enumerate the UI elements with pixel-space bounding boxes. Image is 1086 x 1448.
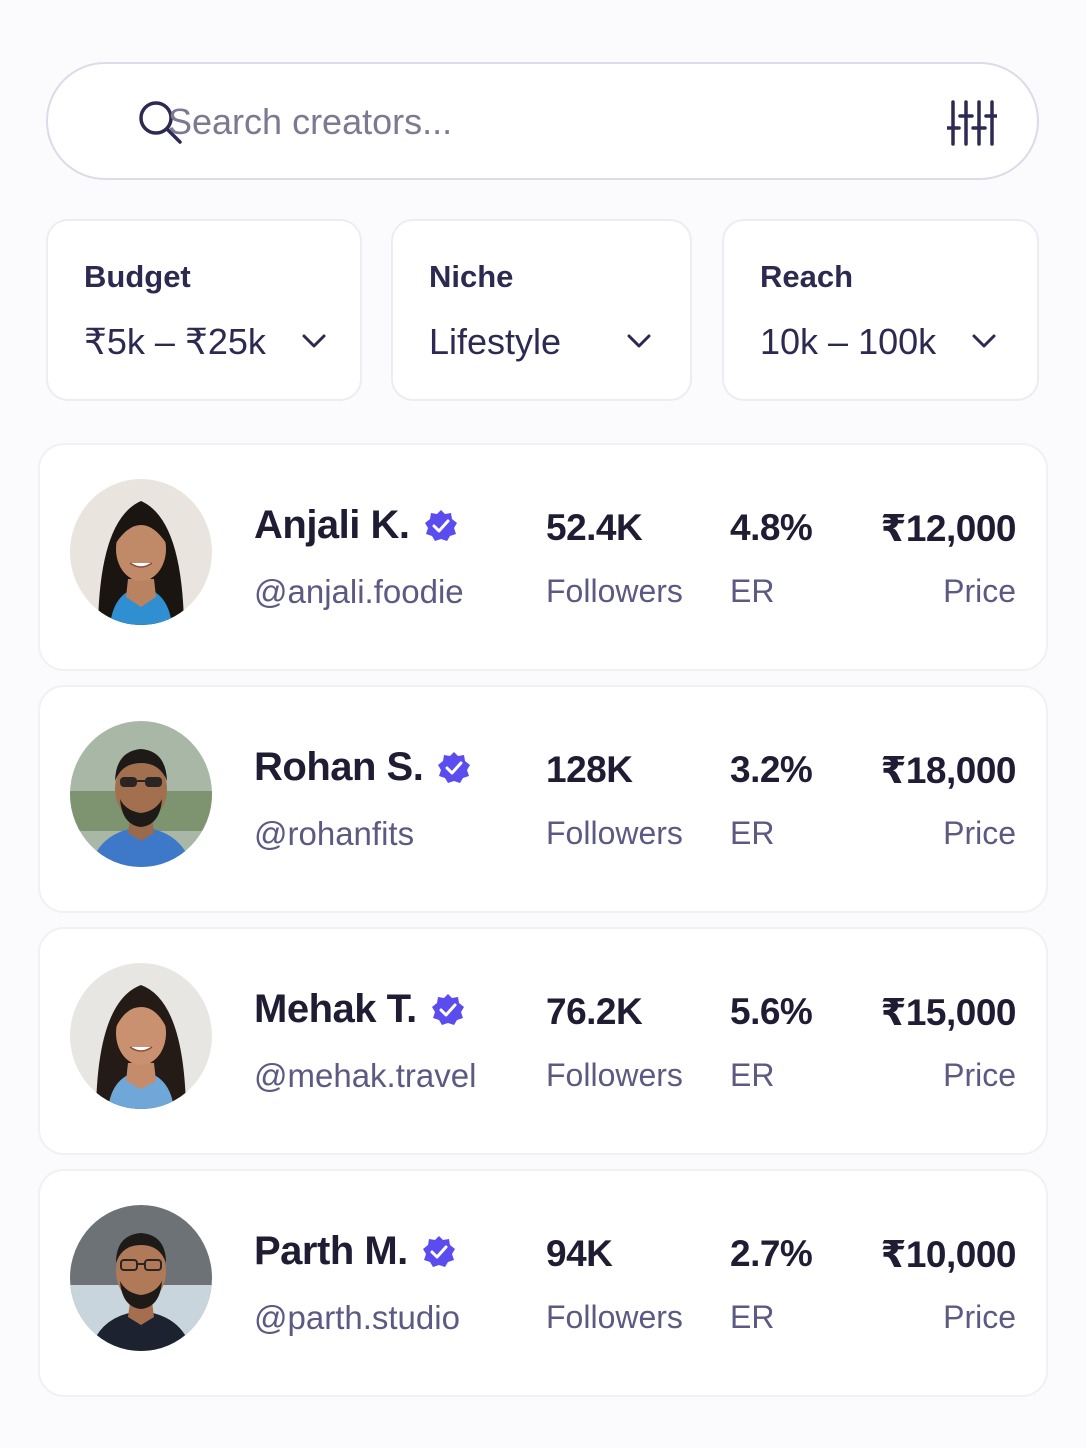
creator-search-page: Budget ₹5k – ₹25k Niche Lifestyle Reach … [0, 0, 1086, 1448]
verified-badge-icon [431, 993, 464, 1025]
niche-filter-label: Niche [429, 259, 514, 294]
followers-label: Followers [546, 573, 683, 609]
creator-handle: @parth.studio [254, 1299, 460, 1336]
followers-label: Followers [546, 1299, 683, 1335]
budget-filter-label: Budget [84, 259, 191, 294]
avatar [70, 721, 212, 867]
search-input[interactable] [168, 92, 868, 152]
creator-card[interactable]: Mehak T. @mehak.travel 76.2K Followers 5… [38, 927, 1048, 1155]
reach-filter-dropdown[interactable]: Reach 10k – 100k [722, 219, 1039, 401]
creator-name: Rohan S. [254, 745, 424, 789]
engagement-rate-label: ER [730, 1299, 775, 1335]
followers-count: 94K [546, 1233, 613, 1274]
creator-card[interactable]: Anjali K. @anjali.foodie 52.4K Followers… [38, 443, 1048, 671]
creator-card[interactable]: Parth M. @parth.studio 94K Followers 2.7… [38, 1169, 1048, 1397]
creator-handle: @rohanfits [254, 815, 415, 852]
engagement-rate: 2.7% [730, 1233, 813, 1274]
verified-badge-icon [438, 751, 471, 783]
chevron-down-icon [627, 334, 651, 348]
followers-label: Followers [546, 815, 683, 851]
verified-badge-icon [422, 1235, 455, 1267]
chevron-down-icon [302, 334, 326, 348]
creator-name: Anjali K. [254, 503, 410, 547]
followers-count: 52.4K [546, 507, 643, 548]
followers-label: Followers [546, 1057, 683, 1093]
price-value: ₹18,000 [880, 750, 1017, 791]
followers-count: 128K [546, 749, 633, 790]
creator-handle: @mehak.travel [254, 1057, 477, 1094]
chevron-down-icon [972, 334, 996, 348]
engagement-rate-label: ER [730, 573, 775, 609]
engagement-rate-label: ER [730, 1057, 775, 1093]
creator-card[interactable]: Rohan S. @rohanfits 128K Followers 3.2% … [38, 685, 1048, 913]
engagement-rate: 3.2% [730, 749, 813, 790]
price-value: ₹12,000 [880, 508, 1017, 549]
creator-name: Mehak T. [254, 987, 417, 1031]
engagement-rate: 4.8% [730, 507, 813, 548]
search-bar[interactable] [46, 62, 1039, 180]
creator-name: Parth M. [254, 1229, 408, 1273]
followers-count: 76.2K [546, 991, 643, 1032]
price-label: Price [943, 573, 1016, 609]
avatar [70, 963, 212, 1109]
verified-badge-icon [424, 509, 457, 541]
price-label: Price [943, 815, 1016, 851]
avatar [70, 479, 212, 625]
price-label: Price [943, 1057, 1016, 1093]
price-label: Price [943, 1299, 1016, 1335]
avatar [70, 1205, 212, 1351]
niche-filter-dropdown[interactable]: Niche Lifestyle [391, 219, 692, 401]
budget-filter-dropdown[interactable]: Budget ₹5k – ₹25k [46, 219, 362, 401]
reach-filter-label: Reach [760, 259, 854, 294]
reach-filter-value: 10k – 100k [760, 321, 937, 362]
price-value: ₹15,000 [880, 992, 1017, 1033]
niche-filter-value: Lifestyle [429, 321, 562, 362]
sliders-icon[interactable] [947, 98, 997, 148]
engagement-rate-label: ER [730, 815, 775, 851]
budget-filter-value: ₹5k – ₹25k [84, 321, 266, 362]
engagement-rate: 5.6% [730, 991, 813, 1032]
creator-handle: @anjali.foodie [254, 573, 464, 610]
price-value: ₹10,000 [880, 1234, 1017, 1275]
